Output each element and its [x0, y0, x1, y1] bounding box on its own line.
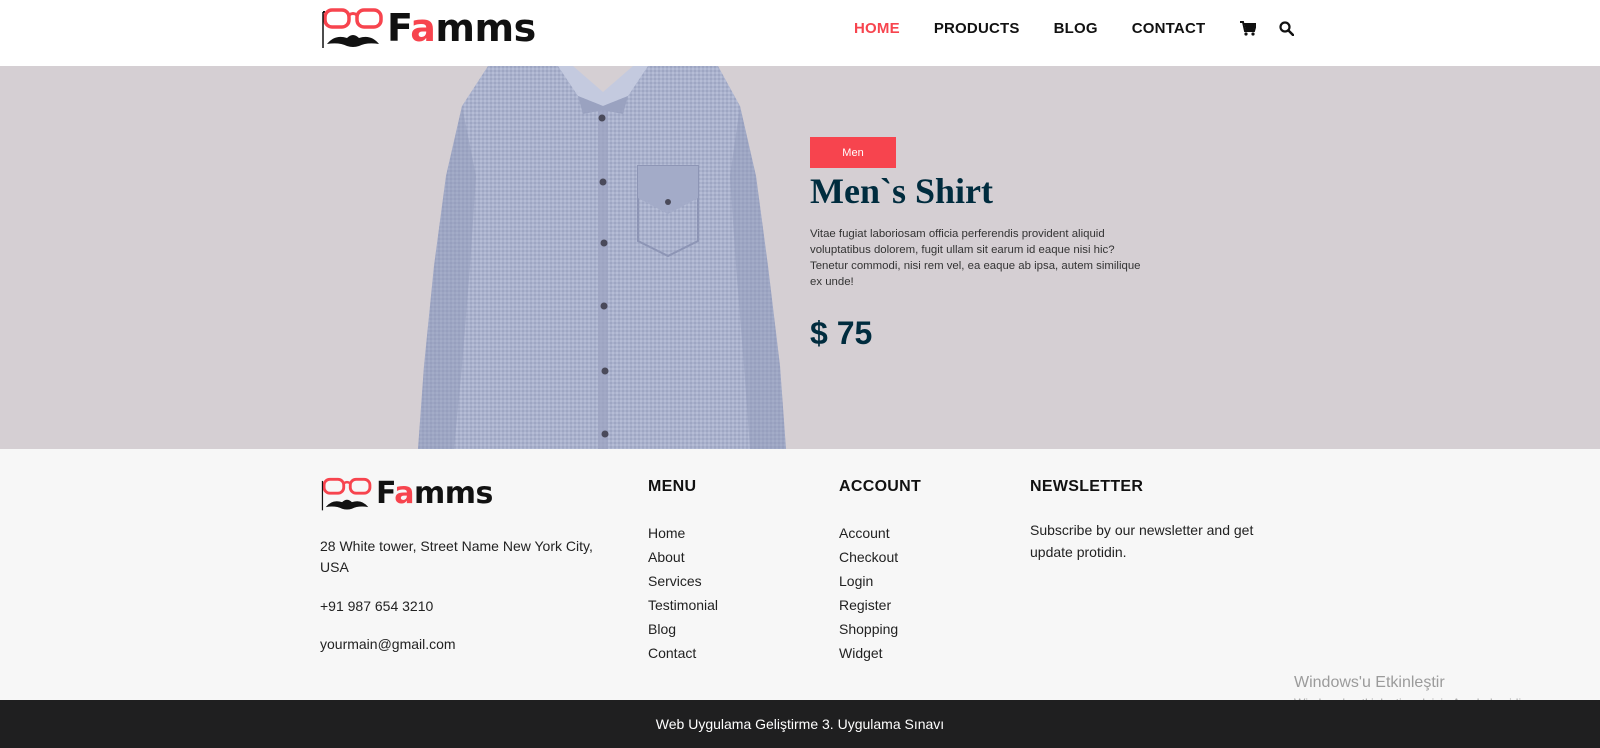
footer-email: yourmain@gmail.com	[320, 636, 456, 652]
footer-account-account[interactable]: Account	[839, 521, 898, 545]
search-icon[interactable]	[1277, 19, 1295, 37]
site-footer: Famms 28 White tower, Street Name New Yo…	[0, 449, 1600, 710]
cart-icon[interactable]	[1239, 19, 1257, 37]
glasses-mustache-logo-icon	[321, 477, 372, 511]
nav-home[interactable]: HOME	[854, 20, 900, 37]
footer-account-checkout[interactable]: Checkout	[839, 545, 898, 569]
footer-menu-title: MENU	[648, 478, 697, 495]
footer-phone: +91 987 654 3210	[320, 598, 434, 614]
footer-account-register[interactable]: Register	[839, 593, 898, 617]
brand-wordmark: Famms	[387, 6, 536, 50]
hero-price: $ 75	[810, 315, 873, 351]
footer-address: 28 White tower, Street Name New York Cit…	[320, 538, 593, 575]
footer-menu-contact[interactable]: Contact	[648, 641, 718, 665]
footer-newsletter-title: NEWSLETTER	[1030, 478, 1144, 495]
footer-account-shopping[interactable]: Shopping	[839, 617, 898, 641]
glasses-mustache-logo-icon	[322, 8, 383, 48]
footer-menu-list: Home About Services Testimonial Blog Con…	[648, 521, 718, 665]
hero-slider: Men Men`s Shirt Vitae fugiat laboriosam …	[0, 66, 1600, 449]
nav-contact[interactable]: CONTACT	[1132, 20, 1206, 37]
footer-menu-testimonial[interactable]: Testimonial	[648, 593, 718, 617]
footer-account-title: ACCOUNT	[839, 478, 922, 495]
activation-watermark-title: Windows'u Etkinleştir	[1294, 674, 1445, 691]
footer-account-widget[interactable]: Widget	[839, 641, 898, 665]
footer-menu-services[interactable]: Services	[648, 569, 718, 593]
main-nav: HOME PRODUCTS BLOG CONTACT	[854, 0, 1315, 56]
brand-logo[interactable]: Famms	[321, 6, 536, 50]
footer-menu-home[interactable]: Home	[648, 521, 718, 545]
hero-description: Vitae fugiat laboriosam officia perferen…	[810, 228, 1141, 288]
nav-blog[interactable]: BLOG	[1054, 20, 1098, 37]
footer-newsletter-text: Subscribe by our newsletter and get upda…	[1030, 522, 1254, 560]
shirt-product-image	[418, 66, 786, 449]
site-header: Famms HOME PRODUCTS BLOG CONTACT	[0, 0, 1600, 66]
footer-menu-about[interactable]: About	[648, 545, 718, 569]
copyright-text: Web Uygulama Geliştirme 3. Uygulama Sına…	[655, 716, 945, 732]
category-badge[interactable]: Men	[810, 137, 896, 168]
footer-account-login[interactable]: Login	[839, 569, 898, 593]
footer-menu-blog[interactable]: Blog	[648, 617, 718, 641]
footer-logo[interactable]: Famms	[320, 476, 493, 512]
nav-products[interactable]: PRODUCTS	[934, 20, 1020, 37]
footer-account-list: Account Checkout Login Register Shopping…	[839, 521, 898, 665]
copyright-bar: Web Uygulama Geliştirme 3. Uygulama Sına…	[0, 700, 1600, 748]
brand-wordmark: Famms	[376, 476, 493, 511]
hero-title: Men`s Shirt	[810, 171, 993, 211]
